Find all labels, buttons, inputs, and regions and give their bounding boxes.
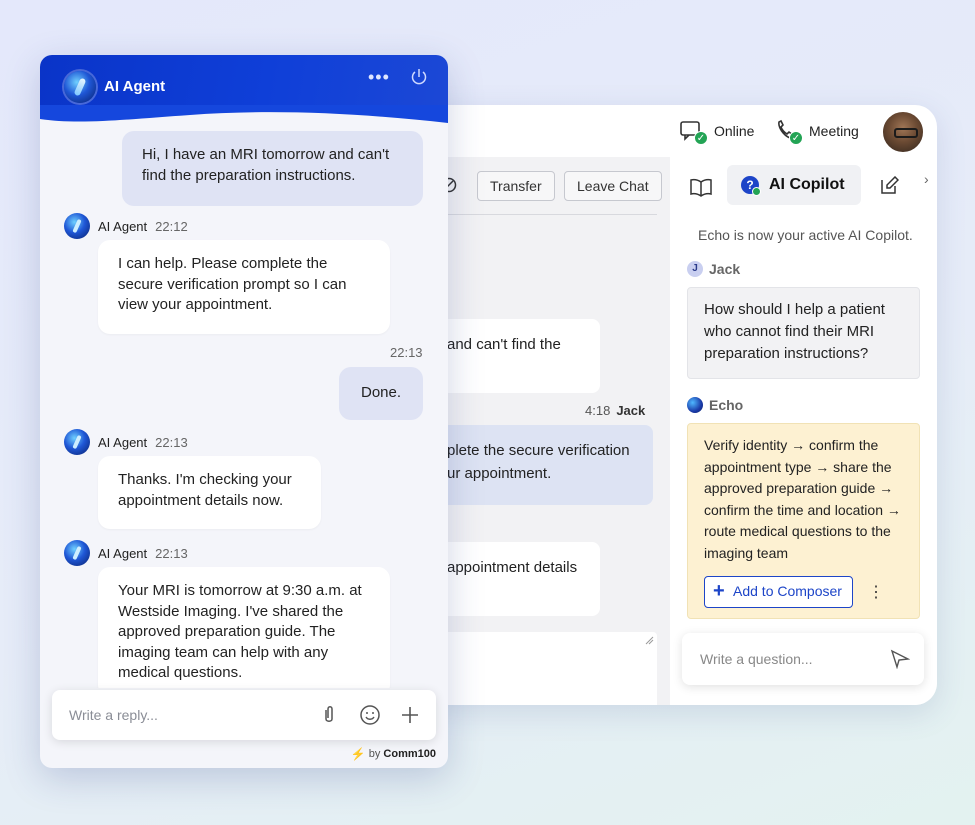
agent-composer[interactable]: [425, 632, 657, 705]
ai-agent-avatar: [64, 213, 90, 239]
bot-name: AI Agent: [98, 218, 148, 234]
status-online[interactable]: ✓ Online: [680, 119, 755, 145]
echo-avatar: [687, 397, 703, 413]
chevron-right-icon[interactable]: ›: [924, 171, 929, 187]
reply-placeholder: Write a reply...: [69, 707, 158, 723]
bot-time: 22:12: [155, 218, 188, 234]
bot-message: I can help. Please complete the secure v…: [98, 240, 390, 334]
bot-name: AI Agent: [98, 545, 148, 561]
jack-message: How should I help a patient who cannot f…: [687, 287, 920, 379]
add-to-composer-button[interactable]: + Add to Composer: [704, 576, 853, 608]
powered-by-label: by: [368, 748, 381, 760]
phone-status-icon: ✓: [775, 119, 803, 145]
widget-conversation: Hi, I have an MRI tomorrow and can't fin…: [40, 131, 448, 688]
book-icon[interactable]: [690, 177, 712, 197]
add-to-composer-label: Add to Composer: [733, 583, 842, 599]
visitor-chat-area: Transfer Leave Chat and can't find the 4…: [425, 157, 670, 705]
powered-by: ⚡ by Comm100: [351, 747, 436, 761]
more-options-icon[interactable]: ⋮: [868, 582, 884, 604]
copilot-panel: ? AI Copilot › Echo is now your active A…: [670, 157, 937, 705]
status-meeting[interactable]: ✓ Meeting: [775, 119, 859, 145]
plus-icon: +: [713, 580, 725, 602]
message-meta: 4:18 Jack: [585, 403, 646, 418]
jack-avatar: J: [687, 261, 703, 277]
user-message: Done.: [339, 367, 423, 420]
status-meeting-label: Meeting: [809, 123, 859, 139]
emoji-icon[interactable]: [359, 704, 381, 726]
console-topbar: ✓ Online ✓ Meeting: [425, 105, 937, 157]
tab-ai-copilot[interactable]: ? AI Copilot: [727, 165, 861, 205]
visitor-message: and can't find the: [425, 319, 600, 393]
user-message: Hi, I have an MRI tomorrow and can't fin…: [122, 131, 423, 206]
bot-time: 22:13: [155, 434, 188, 450]
bot-meta: AI Agent 22:13: [64, 540, 188, 566]
sender-name: Echo: [709, 397, 744, 413]
agent-message: plete the secure verification ur appoint…: [425, 425, 653, 505]
bot-name: AI Agent: [98, 434, 148, 450]
status-online-label: Online: [714, 123, 755, 139]
user-avatar[interactable]: [881, 110, 925, 154]
edit-icon[interactable]: [879, 176, 899, 196]
bolt-icon: ⚡: [350, 747, 366, 761]
brand-name: Comm100: [383, 748, 436, 760]
bot-time: 22:13: [155, 545, 188, 561]
copilot-question-input[interactable]: Write a question...: [682, 633, 924, 685]
ai-agent-widget: AI Agent ••• Hi, I have an MRI tomorrow …: [40, 55, 448, 768]
bot-meta: AI Agent 22:13: [64, 429, 188, 455]
echo-message: Verify identity → confirm the appointmen…: [704, 437, 901, 561]
echo-suggestion: Verify identity → confirm the appointmen…: [687, 423, 920, 619]
toolbar-divider: [425, 214, 657, 215]
chat-status-icon: ✓: [680, 119, 708, 145]
bot-meta: AI Agent 22:12: [64, 213, 188, 239]
send-icon[interactable]: [890, 649, 910, 669]
agent-console: ✓ Online ✓ Meeting Transfer Leave Chat a…: [425, 105, 937, 705]
ai-agent-avatar: [64, 540, 90, 566]
copilot-info: Echo is now your active AI Copilot.: [698, 227, 913, 243]
bot-message: Thanks. I'm checking your appointment de…: [98, 456, 321, 529]
more-options-icon[interactable]: •••: [368, 67, 390, 88]
visitor-message: appointment details: [425, 542, 600, 616]
attachment-icon[interactable]: [318, 704, 340, 726]
user-time: 22:13: [390, 345, 423, 360]
copilot-input-placeholder: Write a question...: [700, 651, 813, 667]
ai-agent-logo-icon: [64, 71, 96, 103]
sender-name: Jack: [709, 261, 741, 277]
tab-ai-copilot-label: AI Copilot: [769, 176, 845, 193]
power-icon[interactable]: [410, 68, 428, 86]
widget-title: AI Agent: [104, 78, 166, 95]
leave-chat-button[interactable]: Leave Chat: [564, 171, 662, 201]
copilot-icon: ?: [741, 176, 761, 196]
sender-echo: Echo: [687, 397, 743, 413]
plus-icon[interactable]: [399, 704, 421, 726]
sender-jack: J Jack: [687, 261, 740, 277]
transfer-button[interactable]: Transfer: [477, 171, 555, 201]
ai-agent-avatar: [64, 429, 90, 455]
reply-input[interactable]: Write a reply...: [52, 690, 436, 740]
bot-message: Your MRI is tomorrow at 9:30 a.m. at Wes…: [98, 567, 390, 688]
